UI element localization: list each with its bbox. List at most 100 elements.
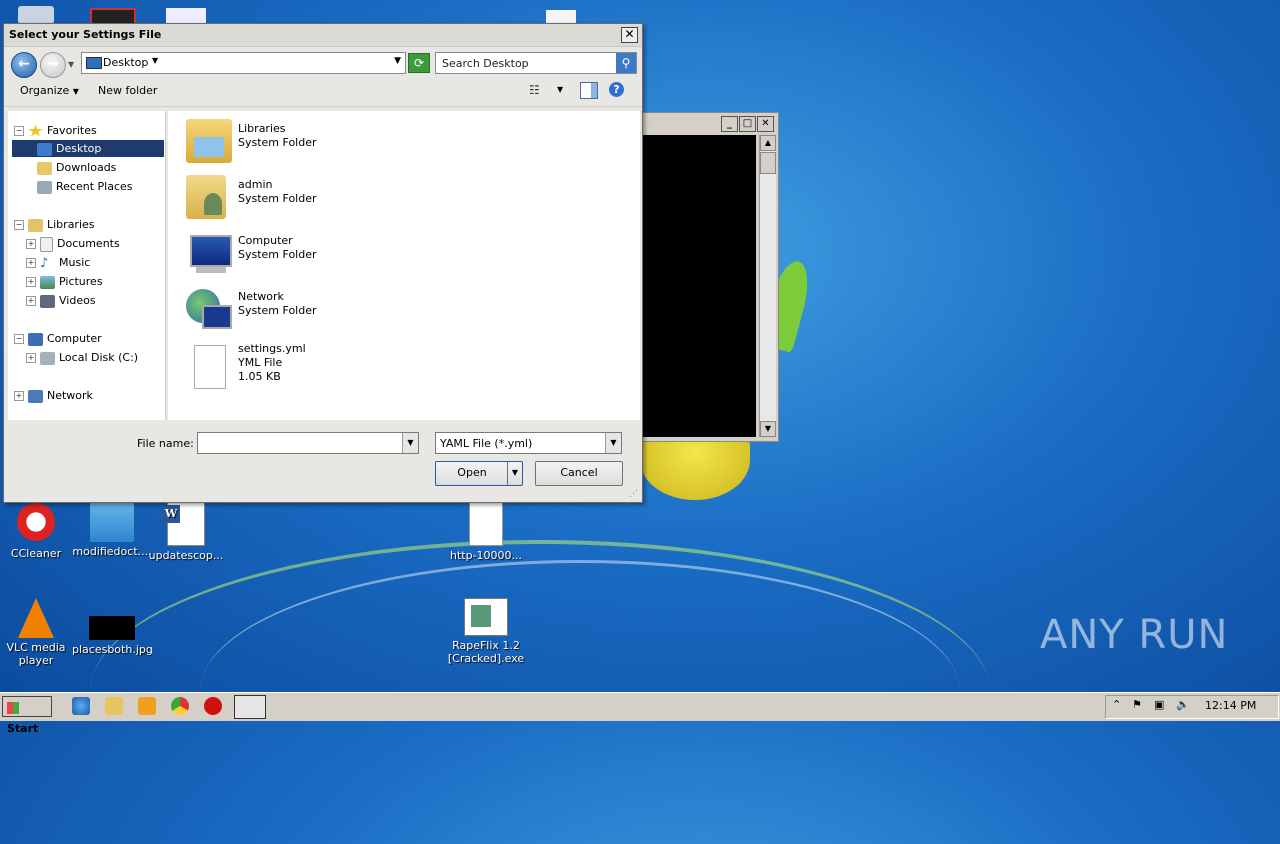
file-explorer-icon[interactable] (105, 697, 123, 715)
refresh-button[interactable]: ⟳ (408, 53, 430, 73)
volume-icon[interactable]: 🔈 (1176, 698, 1190, 711)
tree-pictures[interactable]: + Pictures (26, 273, 103, 290)
network-icon[interactable]: ▣ (1154, 698, 1164, 711)
show-hidden-icons[interactable]: ⌃ (1112, 698, 1121, 711)
file-name-label: File name: (137, 437, 194, 450)
address-dropdown[interactable]: ▼ (394, 56, 401, 66)
document-icon[interactable] (166, 8, 206, 24)
desktop-icon-modifiedoct[interactable]: modifiedoct.... (72, 500, 152, 558)
start-button[interactable]: Start (2, 696, 52, 735)
expand-icon[interactable]: + (26, 296, 36, 306)
search-input[interactable]: Search Desktop (442, 57, 529, 70)
file-item-libraries[interactable]: Libraries System Folder (186, 117, 486, 169)
chevron-down-icon[interactable]: ▼ (605, 433, 621, 453)
help-icon[interactable]: ? (609, 82, 624, 97)
view-options-dropdown[interactable]: ▼ (557, 85, 563, 94)
clock[interactable]: 12:14 PM (1205, 699, 1256, 712)
scroll-up-arrow[interactable]: ▲ (760, 135, 776, 151)
active-window-button[interactable] (234, 695, 266, 719)
dialog-titlebar[interactable]: Select your Settings File ✕ (4, 24, 642, 47)
open-file-dialog[interactable]: Select your Settings File ✕ ← → ▼ Deskto… (3, 23, 643, 503)
console-screen[interactable] (643, 135, 756, 437)
desktop-icon (37, 142, 52, 156)
console-window[interactable]: _ □ ✕ ▲ ▼ (640, 112, 779, 442)
file-type: System Folder (238, 304, 317, 317)
opera-icon[interactable] (204, 697, 222, 715)
flag-icon[interactable]: ⚑ (1132, 698, 1142, 711)
collapse-icon[interactable]: − (14, 220, 24, 230)
open-options-dropdown[interactable]: ▼ (507, 462, 522, 485)
tree-desktop[interactable]: Desktop (12, 140, 164, 157)
back-button[interactable]: ← (11, 52, 37, 78)
chrome-icon[interactable] (171, 697, 189, 715)
tree-label: Downloads (56, 161, 117, 174)
close-button[interactable]: ✕ (757, 116, 774, 132)
desktop-icon-http[interactable]: http-10000... (446, 500, 526, 562)
open-button[interactable]: Open ▼ (435, 461, 523, 486)
vlc-icon (18, 598, 54, 638)
internet-explorer-icon[interactable] (72, 697, 90, 715)
desktop-icon-updatescop[interactable]: W updatescop... (146, 500, 226, 562)
organize-button[interactable]: Organize ▼ (20, 84, 79, 97)
desktop-icon-vlc[interactable]: VLC media player (0, 598, 76, 667)
vertical-scrollbar[interactable]: ▲ ▼ (759, 135, 776, 437)
dialog-title: Select your Settings File (9, 28, 162, 41)
expand-icon[interactable]: + (26, 239, 36, 249)
scroll-down-arrow[interactable]: ▼ (760, 421, 776, 437)
tree-videos[interactable]: + Videos (26, 292, 96, 309)
cancel-button[interactable]: Cancel (535, 461, 623, 486)
expand-icon[interactable]: + (14, 391, 24, 401)
tree-computer[interactable]: − Computer (14, 330, 102, 347)
document-icon[interactable] (546, 10, 576, 24)
address-bar[interactable]: Desktop ▼ ▼ (81, 52, 406, 74)
new-folder-button[interactable]: New folder (98, 84, 157, 97)
maximize-button[interactable]: □ (739, 116, 756, 132)
tree-network[interactable]: + Network (14, 387, 93, 404)
change-view-icon[interactable]: ☷ (529, 83, 545, 97)
resize-grip[interactable]: ⋰ (629, 489, 639, 499)
file-item-computer[interactable]: Computer System Folder (186, 229, 486, 281)
document-icon (186, 343, 232, 389)
navigation-pane[interactable]: − Favorites Desktop Downloads Recent Plac… (8, 111, 166, 420)
expand-icon[interactable]: + (26, 277, 36, 287)
pictures-icon (40, 275, 55, 289)
file-item-admin[interactable]: admin System Folder (186, 173, 486, 225)
chevron-down-icon[interactable]: ▼ (152, 56, 158, 65)
desktop-icon-ccleaner[interactable]: CCleaner (0, 500, 76, 560)
expand-icon[interactable]: + (26, 353, 36, 363)
file-type-select[interactable]: YAML File (*.yml) ▼ (435, 432, 622, 454)
chevron-down-icon[interactable]: ▼ (402, 433, 418, 453)
tree-music[interactable]: + ♪ Music (26, 254, 90, 271)
file-list[interactable]: Libraries System Folder admin System Fol… (168, 111, 640, 420)
tree-libraries[interactable]: − Libraries (14, 216, 95, 233)
desktop-icon (86, 57, 102, 69)
tree-local-disk[interactable]: + Local Disk (C:) (26, 349, 138, 366)
expand-icon[interactable]: + (26, 258, 36, 268)
preview-pane-icon[interactable] (580, 82, 598, 99)
desktop-icon-rapeflix[interactable]: RapeFlix 1.2 [Cracked].exe (446, 598, 526, 665)
tree-documents[interactable]: + Documents (26, 235, 120, 252)
tree-label: Desktop (56, 142, 102, 155)
collapse-icon[interactable]: − (14, 126, 24, 136)
file-name-input[interactable]: ▼ (197, 432, 419, 454)
media-player-icon[interactable] (138, 697, 156, 715)
minimize-button[interactable]: _ (721, 116, 738, 132)
search-box[interactable]: Search Desktop ⚲ (435, 52, 637, 74)
file-type: YML File (238, 356, 283, 369)
tree-downloads[interactable]: Downloads (37, 159, 116, 176)
desktop-icon-placesboth[interactable]: placesboth.jpg (72, 598, 152, 656)
open-label: Open (457, 466, 487, 479)
tree-favorites[interactable]: − Favorites (14, 122, 97, 139)
recent-pages-dropdown[interactable]: ▼ (68, 60, 74, 69)
close-button[interactable]: ✕ (621, 27, 638, 43)
text-file-icon (469, 500, 503, 546)
file-item-settings-yml[interactable]: settings.yml YML File 1.05 KB (186, 341, 486, 397)
scroll-thumb[interactable] (760, 152, 776, 174)
forward-button[interactable]: → (40, 52, 66, 78)
collapse-icon[interactable]: − (14, 334, 24, 344)
recycle-bin-icon[interactable] (18, 6, 54, 24)
file-item-network[interactable]: Network System Folder (186, 285, 486, 337)
tree-recent-places[interactable]: Recent Places (37, 178, 133, 195)
console-titlebar[interactable]: _ □ ✕ (641, 113, 778, 133)
search-icon[interactable]: ⚲ (616, 53, 636, 73)
